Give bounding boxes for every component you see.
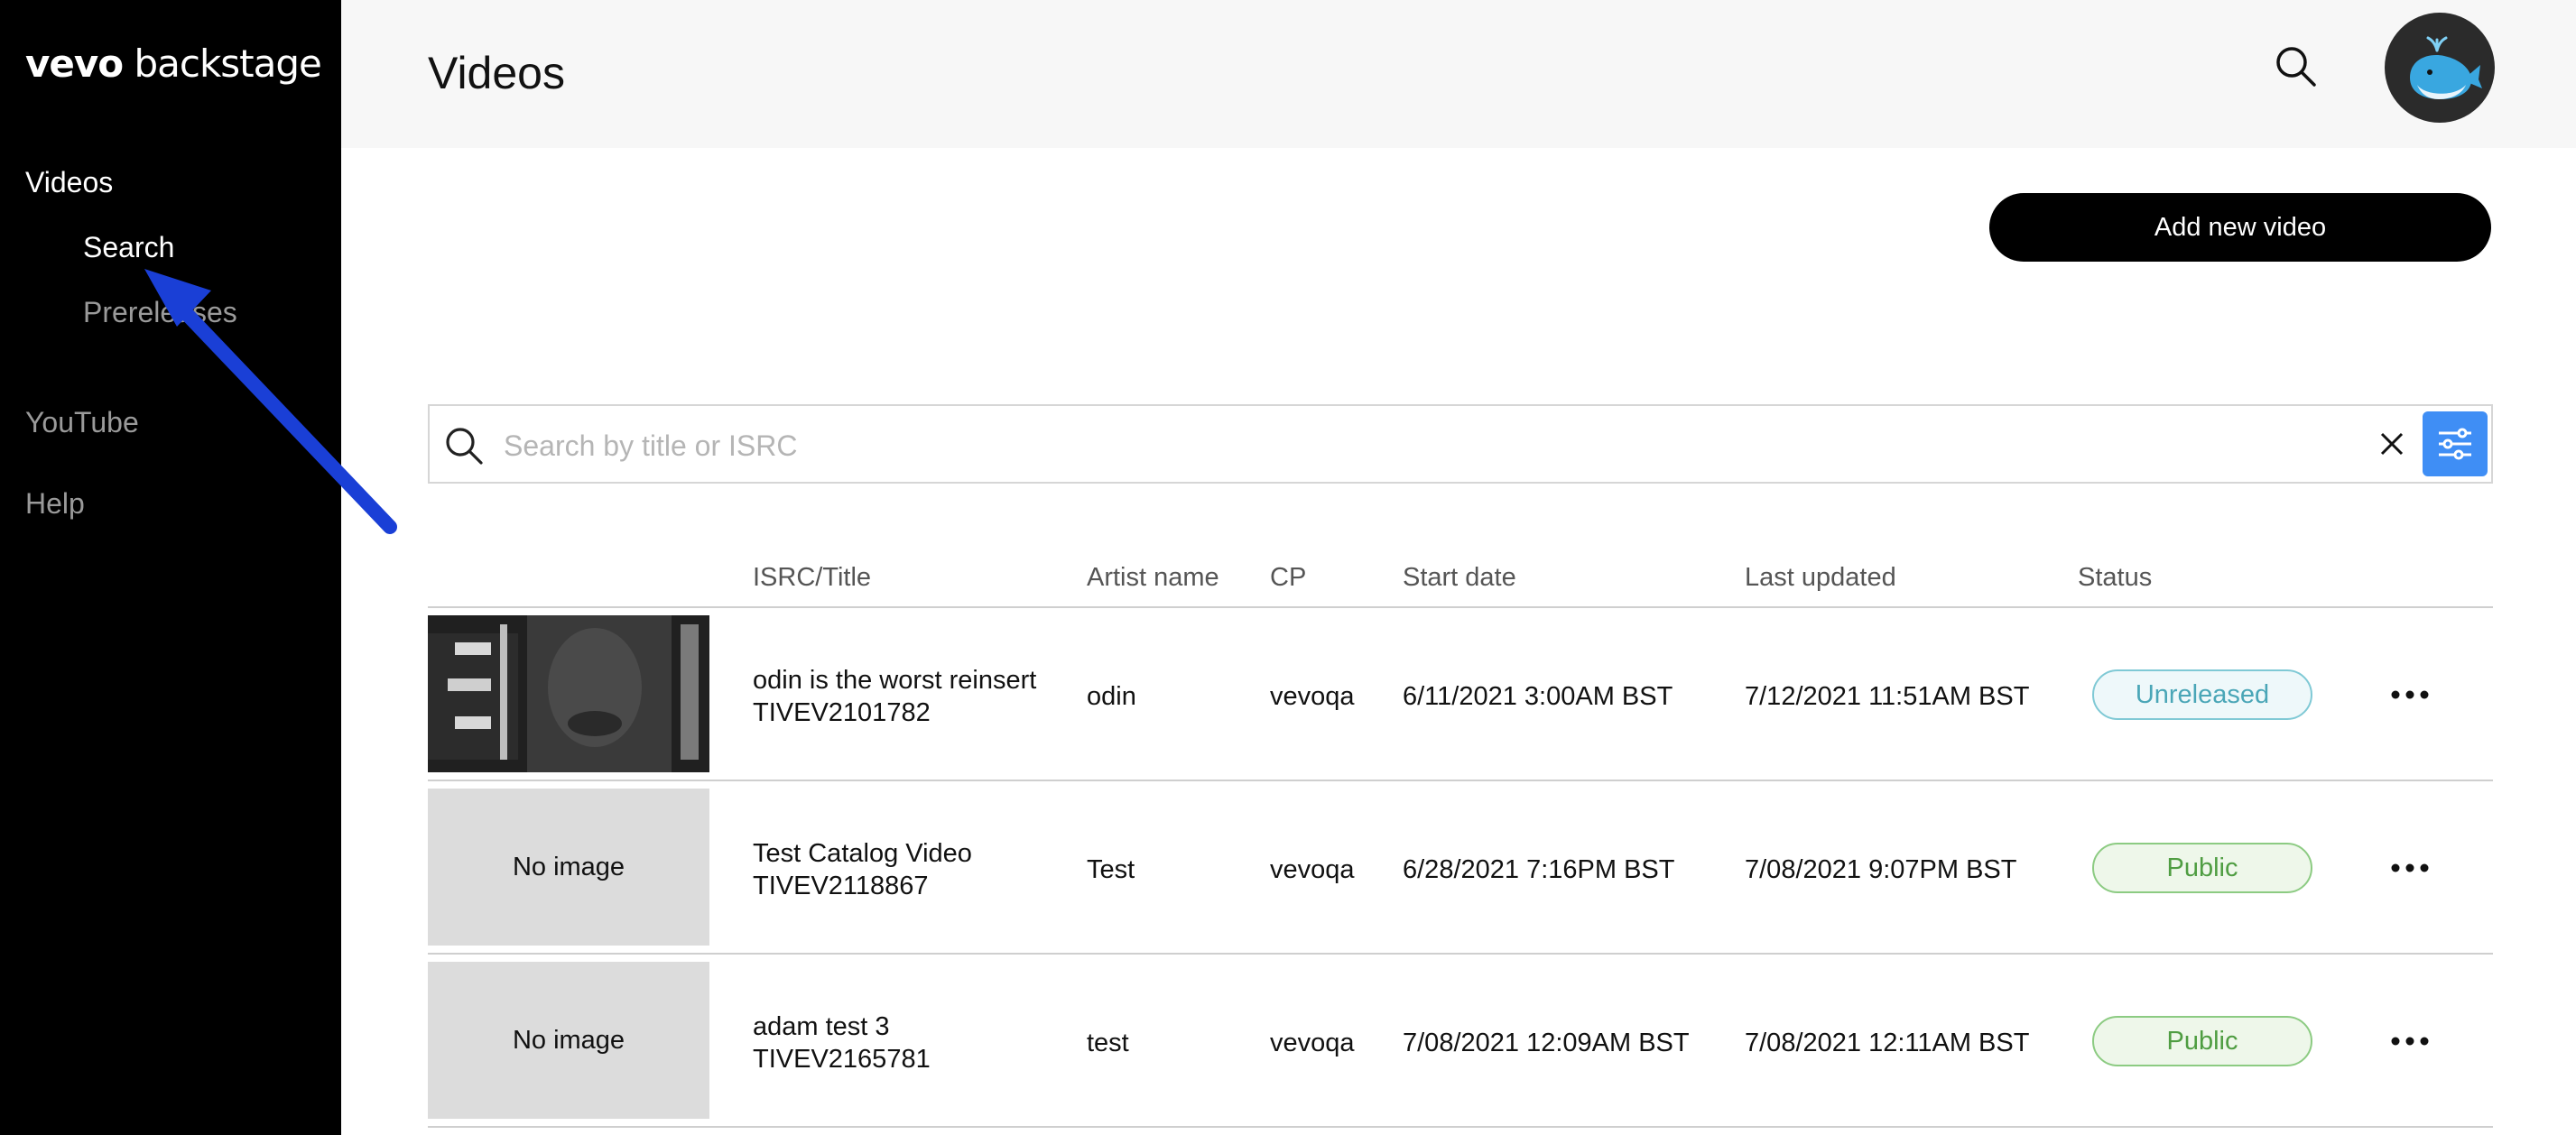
video-title-isrc[interactable]: adam test 3 TIVEV2165781: [753, 1010, 931, 1075]
sidebar-item-prereleases[interactable]: Prereleases: [83, 296, 237, 329]
status-badge: Public: [2092, 843, 2312, 893]
whale-icon: [2410, 36, 2482, 99]
search-icon: [2276, 47, 2316, 87]
start-date: 6/28/2021 7:16PM BST: [1403, 855, 1675, 884]
avatar[interactable]: [2385, 13, 2495, 123]
video-thumbnail-placeholder[interactable]: No image: [428, 962, 709, 1119]
content-provider: vevoqa: [1270, 855, 1355, 884]
last-updated: 7/08/2021 9:07PM BST: [1745, 855, 2017, 884]
close-icon[interactable]: [2374, 426, 2410, 462]
sliders-icon: [2439, 428, 2471, 460]
table-divider: [428, 1126, 2493, 1128]
column-header-start-date[interactable]: Start date: [1403, 563, 1516, 593]
table-divider: [428, 780, 2493, 781]
last-updated: 7/12/2021 11:51AM BST: [1745, 682, 2030, 711]
sidebar-item-youtube[interactable]: YouTube: [25, 406, 139, 439]
sidebar-item-help[interactable]: Help: [25, 487, 85, 521]
more-options-icon[interactable]: [2388, 1030, 2432, 1052]
video-title: adam test 3: [753, 1012, 890, 1041]
video-isrc: TIVEV2101782: [753, 698, 931, 727]
video-isrc: TIVEV2118867: [753, 872, 929, 900]
start-date: 7/08/2021 12:09AM BST: [1403, 1029, 1690, 1057]
column-header-artist-name[interactable]: Artist name: [1087, 563, 1219, 593]
header-search-button[interactable]: [2271, 42, 2321, 92]
artist-name: odin: [1087, 682, 1136, 711]
start-date: 6/11/2021 3:00AM BST: [1403, 682, 1673, 711]
video-title-isrc[interactable]: odin is the worst reinsert TIVEV2101782: [753, 664, 1036, 729]
add-new-video-button[interactable]: Add new video: [1989, 193, 2491, 262]
more-options-icon[interactable]: [2388, 857, 2432, 879]
content-provider: vevoqa: [1270, 682, 1355, 711]
artist-name: test: [1087, 1029, 1129, 1057]
column-header-last-updated[interactable]: Last updated: [1745, 563, 1896, 593]
vevo-backstage-logo[interactable]: vevo backstage: [25, 42, 322, 86]
sidebar-item-videos[interactable]: Videos: [25, 166, 113, 199]
search-bar: [428, 404, 2493, 484]
search-icon: [446, 428, 483, 465]
table-divider: [428, 953, 2493, 955]
video-isrc: TIVEV2165781: [753, 1045, 931, 1074]
video-thumbnail-image: [428, 615, 709, 772]
video-thumbnail[interactable]: [428, 615, 709, 772]
column-header-isrc-title[interactable]: ISRC/Title: [753, 563, 871, 593]
sidebar-item-search[interactable]: Search: [83, 231, 174, 264]
video-title: Test Catalog Video: [753, 839, 972, 868]
column-header-cp[interactable]: CP: [1270, 563, 1306, 593]
artist-name: Test: [1087, 855, 1135, 884]
sidebar: vevo backstage Videos Search Prereleases…: [0, 0, 341, 1135]
page-header: Videos: [341, 0, 2576, 148]
last-updated: 7/08/2021 12:11AM BST: [1745, 1029, 2030, 1057]
content-provider: vevoqa: [1270, 1029, 1355, 1057]
filter-button[interactable]: [2423, 411, 2488, 476]
page-title: Videos: [428, 48, 565, 98]
table-divider: [428, 606, 2493, 608]
video-thumbnail-placeholder[interactable]: No image: [428, 789, 709, 946]
more-options-icon[interactable]: [2388, 684, 2432, 706]
video-title-isrc[interactable]: Test Catalog Video TIVEV2118867: [753, 837, 972, 902]
search-input[interactable]: [502, 419, 2311, 473]
status-badge: Unreleased: [2092, 669, 2312, 720]
video-title: odin is the worst reinsert: [753, 666, 1037, 695]
column-header-status[interactable]: Status: [2078, 563, 2152, 593]
status-badge: Public: [2092, 1016, 2312, 1066]
